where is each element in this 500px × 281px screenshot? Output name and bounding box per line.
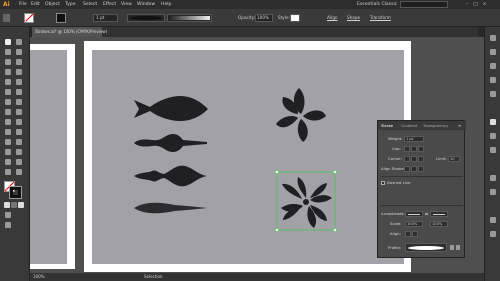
align-stroke-label: Align Stroke: <box>381 166 406 171</box>
dashed-line-label: Dashed Line <box>387 180 411 185</box>
color-panel-icon[interactable] <box>490 35 496 41</box>
graphic-styles-panel-icon[interactable] <box>490 189 496 195</box>
scale-start-field[interactable]: 100% <box>405 221 423 227</box>
corner-label: Corner: <box>388 156 402 161</box>
flip-along-icon[interactable] <box>450 245 454 250</box>
align-panel-icon[interactable] <box>490 217 496 223</box>
arrow-align-label: Align: <box>390 231 401 236</box>
weight-label: Weight: <box>388 136 403 141</box>
align-inside-button[interactable] <box>411 166 417 172</box>
limit-field[interactable]: 10 <box>448 156 460 162</box>
transparency-panel-icon[interactable] <box>490 147 496 153</box>
cap-round-button[interactable] <box>411 146 417 152</box>
cap-butt-button[interactable] <box>404 146 410 152</box>
illustrator-window: Ai File Edit Object Type Select Effect V… <box>0 0 500 281</box>
align-outside-button[interactable] <box>418 166 424 172</box>
scale-end-field[interactable]: 100% <box>430 221 448 227</box>
arrowheads-label: Arrowheads: <box>381 211 405 216</box>
corner-round-button[interactable] <box>411 156 417 162</box>
weight-field[interactable]: 1 pt <box>404 136 424 142</box>
appearance-panel-icon[interactable] <box>490 175 496 181</box>
stroke-panel-tabs: Stroke Gradient Transparency ≡ <box>378 121 466 130</box>
scale-label: Scale: <box>390 221 402 226</box>
flip-across-icon[interactable] <box>456 245 460 250</box>
cap-label: Cap: <box>392 146 401 151</box>
arrow-align-end-button[interactable] <box>412 231 418 237</box>
tab-transparency[interactable]: Transparency <box>423 121 448 130</box>
profile-label: Profile: <box>388 245 402 250</box>
limit-label: Limit: <box>436 156 447 161</box>
selection-handle-tr[interactable] <box>333 170 337 174</box>
arrowhead-end-line <box>433 214 445 215</box>
dashed-line-checkbox[interactable] <box>381 181 385 185</box>
selection-handle-br[interactable] <box>333 228 337 232</box>
align-center-button[interactable] <box>404 166 410 172</box>
gray-rectangle-main[interactable] <box>92 50 404 264</box>
tab-stroke[interactable]: Stroke <box>381 121 393 130</box>
layers-panel-icon[interactable] <box>490 91 496 97</box>
symbols-panel-icon[interactable] <box>490 77 496 83</box>
gray-rectangle-left[interactable] <box>30 50 67 264</box>
stroke-panel-icon[interactable] <box>490 119 496 125</box>
stroke-panel: Stroke Gradient Transparency ≡ Weight: 1… <box>377 120 466 258</box>
arrowhead-start-line <box>408 214 420 215</box>
divider <box>381 176 463 177</box>
right-dock <box>484 27 500 281</box>
corner-miter-button[interactable] <box>404 156 410 162</box>
gradient-panel-icon[interactable] <box>490 133 496 139</box>
current-tool-status[interactable]: Selection <box>144 273 162 281</box>
zoom-level[interactable]: 100% <box>33 273 44 281</box>
profile-shape-preview <box>408 246 444 250</box>
selection-handle-tl[interactable] <box>275 170 279 174</box>
selection-handle-bl[interactable] <box>275 228 279 232</box>
pathfinder-panel-icon[interactable] <box>490 231 496 237</box>
divider <box>381 205 463 206</box>
cap-projecting-button[interactable] <box>418 146 424 152</box>
swap-arrowheads-icon[interactable] <box>425 213 428 215</box>
tab-gradient[interactable]: Gradient <box>401 121 418 130</box>
panel-menu-icon[interactable]: ≡ <box>458 121 461 130</box>
corner-bevel-button[interactable] <box>418 156 424 162</box>
brushes-panel-icon[interactable] <box>490 63 496 69</box>
status-bar: 100% Selection <box>30 273 484 281</box>
swatches-panel-icon[interactable] <box>490 49 496 55</box>
arrow-align-tip-button[interactable] <box>405 231 411 237</box>
